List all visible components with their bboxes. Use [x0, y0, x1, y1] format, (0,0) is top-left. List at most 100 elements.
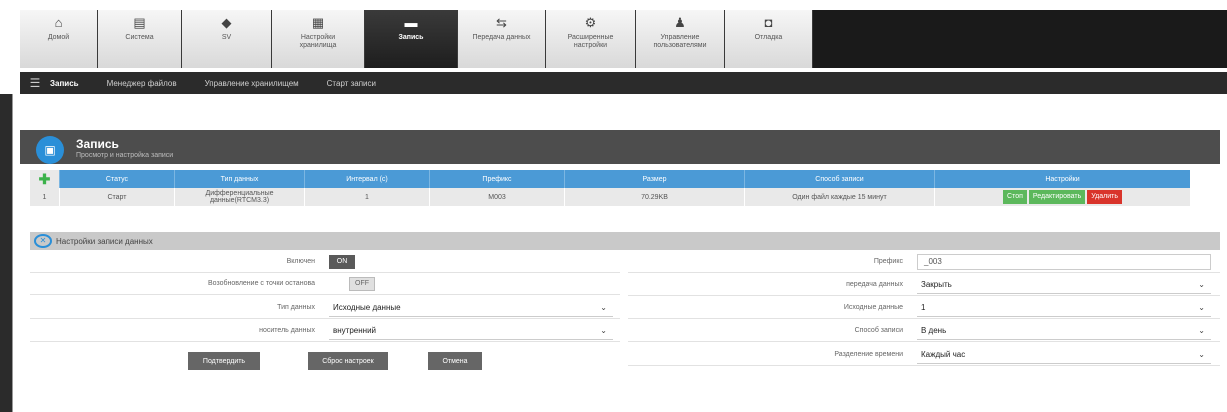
- datatype-value: Исходные данные: [333, 302, 401, 312]
- page-header: ▣ Запись Просмотр и настройка записи: [20, 130, 1220, 164]
- add-record-button[interactable]: ✚: [30, 170, 60, 188]
- source-row: Исходные данные 1 ⌄: [628, 297, 1220, 319]
- toolbar-button-debug[interactable]: ◘ Отладка: [725, 10, 813, 68]
- resume-label: Возобновление с точки останова: [207, 280, 315, 287]
- row-data-type: Дифференциальные данные(RTCM3.3): [175, 188, 305, 206]
- folder-icon: ▬: [404, 15, 418, 30]
- split-select[interactable]: Каждый час ⌄: [917, 346, 1211, 364]
- storage-icon: ▦: [311, 15, 325, 30]
- toolbar-button-label: Управление пользователями: [653, 34, 707, 49]
- carrier-select[interactable]: внутренний ⌄: [329, 322, 613, 340]
- split-row: Разделение времени Каждый час ⌄: [628, 344, 1220, 366]
- toolbar-button-transfer[interactable]: ⇆ Передача данных: [458, 10, 546, 68]
- delete-button[interactable]: Удалить: [1087, 190, 1122, 204]
- cancel-button[interactable]: Отмена: [428, 352, 482, 370]
- split-value: Каждый час: [921, 349, 966, 359]
- toolbar-button-sv[interactable]: ◆ SV: [182, 10, 272, 68]
- col-data-type: Тип данных: [175, 170, 305, 188]
- subnav-item-storage-management[interactable]: Управление хранилищем: [205, 79, 299, 88]
- subnav-item-file-manager[interactable]: Менеджер файлов: [107, 79, 177, 88]
- confirm-button[interactable]: Подтвердить: [188, 352, 260, 370]
- carrier-row: носитель данных внутренний ⌄: [30, 320, 620, 342]
- datatype-select[interactable]: Исходные данные ⌄: [329, 299, 613, 317]
- debug-icon: ◘: [764, 15, 773, 30]
- enabled-row: Включен ON: [30, 251, 620, 273]
- menu-icon[interactable]: ☰: [20, 76, 50, 90]
- page-subtitle: Просмотр и настройка записи: [76, 152, 174, 159]
- transfer-select[interactable]: Закрыть ⌄: [917, 276, 1211, 294]
- sv-icon: ◆: [221, 15, 232, 30]
- app-window: ⌂ Домой ▤ Система ◆ SV ▦ Настройки хранилища ▬ За…: [0, 0, 1227, 412]
- source-value: 1: [921, 302, 926, 312]
- col-size: Размер: [565, 170, 745, 188]
- left-border: [0, 94, 12, 412]
- toolbar-button-settings[interactable]: ⚙ Расширенные настройки: [546, 10, 636, 68]
- transfer-label: передача данных: [846, 281, 903, 288]
- prefix-row: Префикс _003: [628, 251, 1220, 273]
- toolbar-button-storage[interactable]: ▦ Настройки хранилища: [272, 10, 365, 68]
- method-value: В день: [921, 325, 947, 335]
- toolbar-button-label: Настройки хранилища: [299, 34, 337, 49]
- stop-button[interactable]: Стоп: [1003, 190, 1027, 204]
- toolbar-button-label: Система: [125, 34, 154, 41]
- page-title: Запись: [76, 137, 119, 151]
- carrier-value: внутренний: [333, 325, 377, 335]
- subnav-item-start-record[interactable]: Старт записи: [327, 79, 376, 88]
- transfer-value: Закрыть: [921, 279, 952, 289]
- toolbar-button-users[interactable]: ♟ Управление пользователями: [636, 10, 725, 68]
- table-header: ✚ Статус Тип данных Интервал (с) Префикс…: [30, 170, 1220, 188]
- datatype-label: Тип данных: [277, 304, 315, 311]
- resume-row: Возобновление с точки останова OFF: [30, 273, 620, 295]
- method-select[interactable]: В день ⌄: [917, 322, 1211, 340]
- row-index: 1: [30, 188, 60, 206]
- source-select[interactable]: 1 ⌄: [917, 299, 1211, 317]
- chevron-down-icon: ⌄: [600, 325, 607, 335]
- transfer-row: передача данных Закрыть ⌄: [628, 274, 1220, 296]
- top-toolbar: ⌂ Домой ▤ Система ◆ SV ▦ Настройки хранилища ▬ За…: [0, 0, 1227, 68]
- toolbar-button-system[interactable]: ▤ Система: [98, 10, 182, 68]
- toolbar-button-label: Передача данных: [472, 34, 531, 41]
- toolbar-button-label: Расширенные настройки: [567, 34, 614, 49]
- prefix-input[interactable]: _003: [917, 253, 1211, 270]
- split-label: Разделение времени: [834, 351, 903, 358]
- chevron-down-icon: ⌄: [1198, 279, 1205, 289]
- row-interval: 1: [305, 188, 430, 206]
- col-status: Статус: [60, 170, 175, 188]
- home-icon: ⌂: [54, 15, 63, 30]
- resume-toggle[interactable]: OFF: [349, 276, 375, 291]
- chevron-down-icon: ⌄: [1198, 325, 1205, 335]
- settings-icon: ⚙: [584, 15, 597, 30]
- toolbar-button-home[interactable]: ⌂ Домой: [20, 10, 98, 68]
- reset-button[interactable]: Сброс настроек: [308, 352, 388, 370]
- row-size: 70.29KB: [565, 188, 745, 206]
- toolbar-button-label: SV: [221, 34, 232, 41]
- col-settings: Настройки: [935, 170, 1190, 188]
- enabled-toggle[interactable]: ON: [329, 254, 355, 269]
- row-actions: Стоп Редактировать Удалить: [935, 188, 1190, 206]
- edit-button[interactable]: Редактировать: [1028, 190, 1086, 204]
- users-icon: ♟: [674, 15, 686, 30]
- method-label: Способ записи: [854, 327, 903, 334]
- wrench-icon: ✕: [34, 234, 52, 248]
- table-row: 1 Старт Дифференциальные данные(RTCM3.3)…: [30, 188, 1220, 206]
- chevron-down-icon: ⌄: [1198, 349, 1205, 359]
- prefix-label: Префикс: [873, 258, 903, 265]
- col-interval: Интервал (с): [305, 170, 430, 188]
- records-table: ✚ Статус Тип данных Интервал (с) Префикс…: [30, 170, 1220, 206]
- plus-icon: ✚: [38, 170, 51, 187]
- lock-icon: ▣: [36, 136, 64, 164]
- settings-section-header: ✕ Настройки записи данных: [30, 232, 1220, 250]
- source-label: Исходные данные: [843, 304, 903, 311]
- subnav-item-record[interactable]: Запись: [50, 79, 79, 88]
- row-prefix: M003: [430, 188, 565, 206]
- method-row: Способ записи В день ⌄: [628, 320, 1220, 342]
- toolbar-button-label: Отладка: [754, 34, 783, 41]
- system-icon: ▤: [133, 15, 146, 30]
- settings-title: Настройки записи данных: [56, 236, 153, 246]
- datatype-row: Тип данных Исходные данные ⌄: [30, 297, 620, 319]
- col-method: Способ записи: [745, 170, 935, 188]
- toolbar-button-folder[interactable]: ▬ Запись: [365, 10, 458, 68]
- toolbar-button-label: Запись: [398, 34, 424, 41]
- secondary-nav: ☰ Запись Менеджер файлов Управление хран…: [20, 72, 1227, 94]
- row-status: Старт: [60, 188, 175, 206]
